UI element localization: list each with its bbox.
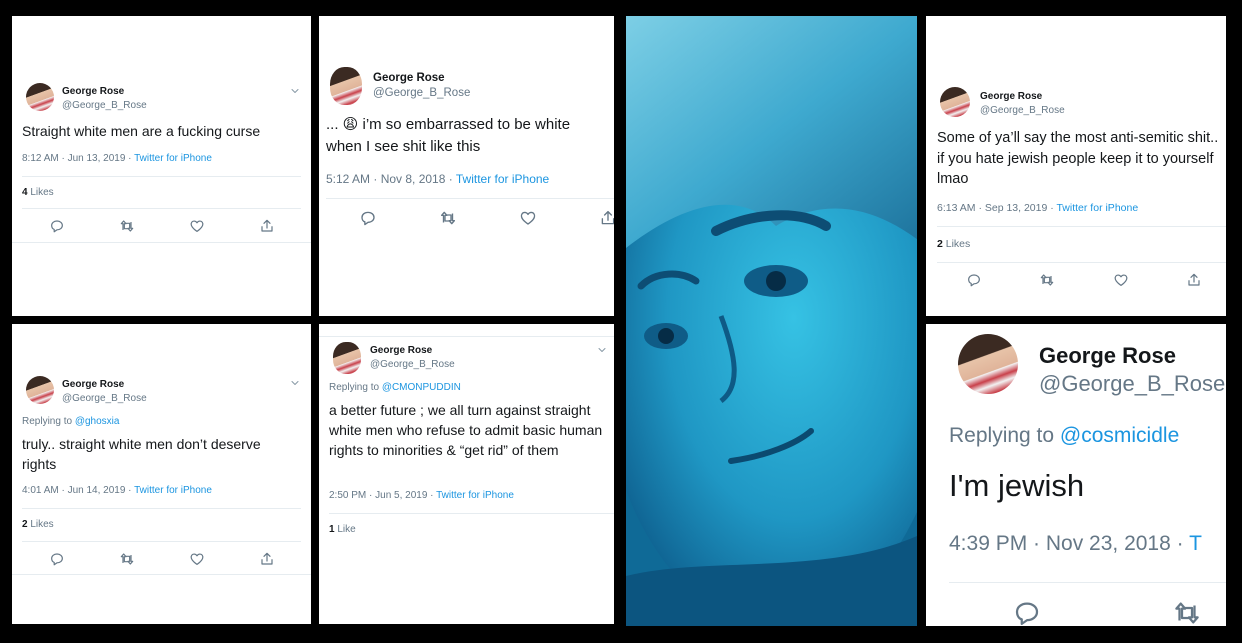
divider [326, 198, 614, 199]
tweet-timestamp: 5:12 AM · Nov 8, 2018 · Twitter for iPho… [326, 172, 550, 186]
weary-face-icon: 😩 [342, 116, 359, 133]
retweet-icon[interactable] [1172, 600, 1202, 626]
timestamp-text: 8:12 AM · Jun 13, 2019 · [22, 153, 135, 164]
tweet-card-5[interactable]: George Rose @George_B_Rose Replying to @… [319, 324, 614, 624]
tweet-actions [49, 217, 275, 235]
divider [12, 242, 311, 243]
share-icon[interactable] [1186, 272, 1202, 288]
reply-icon[interactable] [1012, 600, 1042, 626]
tweet-text: I'm jewish [949, 468, 1085, 503]
source-link[interactable]: Twitter for iPhone [134, 485, 212, 496]
author-name[interactable]: George Rose [1039, 343, 1176, 369]
likes-count[interactable]: 4 Likes [22, 187, 54, 198]
author-handle[interactable]: @George_B_Rose [370, 359, 455, 370]
author-name[interactable]: George Rose [62, 86, 124, 97]
heart-icon[interactable] [189, 551, 205, 567]
divider [319, 336, 614, 337]
author-handle[interactable]: @George_B_Rose [62, 393, 147, 404]
reply-icon[interactable] [49, 551, 65, 567]
tweet-card-2[interactable]: George Rose @George_B_Rose ... 😩 i’m so … [319, 16, 614, 316]
replying-to: Replying to @cosmicidle [949, 424, 1180, 447]
tweet-timestamp: 4:01 AM · Jun 14, 2019 · Twitter for iPh… [22, 485, 212, 496]
avatar[interactable] [333, 342, 361, 374]
divider [12, 574, 311, 575]
likes-count[interactable]: 2 Likes [22, 519, 54, 530]
tweet-text: Straight white men are a fucking curse [22, 123, 261, 139]
reply-icon[interactable] [49, 218, 65, 234]
source-link[interactable]: Twitter for iPhone [436, 490, 514, 501]
divider [329, 513, 614, 514]
tweet-timestamp: 4:39 PM · Nov 23, 2018 · T [949, 532, 1202, 555]
tweet-actions [966, 271, 1202, 289]
avatar[interactable] [958, 334, 1018, 394]
author-name[interactable]: George Rose [373, 72, 445, 84]
source-link[interactable]: T [1189, 532, 1202, 555]
retweet-icon[interactable] [119, 551, 135, 567]
divider [22, 176, 301, 177]
heart-icon[interactable] [519, 209, 537, 227]
replying-to: Replying to @CMONPUDDIN [329, 382, 461, 393]
avatar[interactable] [26, 376, 54, 404]
tweet-text: a better future ; we all turn against st… [329, 402, 603, 458]
tweet-actions [359, 208, 614, 228]
heart-icon[interactable] [189, 218, 205, 234]
chevron-down-icon[interactable] [289, 85, 301, 97]
divider [937, 226, 1226, 227]
tweet-text: Some of ya’ll say the most anti-semitic … [937, 130, 1219, 188]
tweet-actions [49, 550, 275, 568]
author-handle[interactable]: @George_B_Rose [980, 105, 1065, 116]
divider [22, 508, 301, 509]
tweet-card-4[interactable]: George Rose @George_B_Rose Replying to @… [12, 324, 311, 624]
share-icon[interactable] [599, 209, 614, 227]
tweet-timestamp: 2:50 PM · Jun 5, 2019 · Twitter for iPho… [329, 490, 514, 501]
heart-icon[interactable] [1113, 272, 1129, 288]
divider [22, 208, 301, 209]
source-link[interactable]: Twitter for iPhone [456, 172, 549, 186]
share-icon[interactable] [259, 218, 275, 234]
source-link[interactable]: Twitter for iPhone [134, 153, 212, 164]
author-name[interactable]: George Rose [62, 379, 124, 390]
reply-icon[interactable] [966, 272, 982, 288]
mention-link[interactable]: @CMONPUDDIN [382, 382, 461, 393]
share-icon[interactable] [259, 551, 275, 567]
tweet-text: ... 😩 i’m so embarrassed to be white whe… [326, 116, 571, 155]
divider [22, 541, 301, 542]
tweet-card-1[interactable]: George Rose @George_B_Rose Straight whit… [12, 16, 311, 316]
reply-icon[interactable] [359, 209, 377, 227]
likes-count[interactable]: 1 Like [329, 524, 356, 535]
author-handle[interactable]: @George_B_Rose [1039, 371, 1225, 397]
author-name[interactable]: George Rose [370, 345, 432, 356]
tweet-actions [1012, 600, 1202, 626]
divider [937, 262, 1226, 263]
tweet-card-3[interactable]: George Rose @George_B_Rose Some of ya’ll… [926, 16, 1226, 316]
author-handle[interactable]: @George_B_Rose [373, 87, 470, 99]
tweet-card-6[interactable]: George Rose @George_B_Rose Replying to @… [926, 324, 1226, 626]
tweet-timestamp: 6:13 AM · Sep 13, 2019 · Twitter for iPh… [937, 202, 1139, 214]
retweet-icon[interactable] [439, 209, 457, 227]
divider [949, 582, 1226, 583]
mention-link[interactable]: @ghosxia [75, 416, 120, 427]
tweet-text: truly.. straight white men don’t deserve… [22, 436, 261, 472]
retweet-icon[interactable] [119, 218, 135, 234]
face-illustration [626, 16, 917, 626]
replying-to: Replying to @ghosxia [22, 416, 120, 427]
mention-link[interactable]: @cosmicidle [1060, 424, 1179, 447]
avatar[interactable] [26, 83, 54, 111]
chevron-down-icon[interactable] [596, 344, 608, 356]
avatar[interactable] [940, 87, 970, 117]
avatar[interactable] [330, 67, 362, 105]
chevron-down-icon[interactable] [289, 377, 301, 389]
author-name[interactable]: George Rose [980, 91, 1042, 102]
author-handle[interactable]: @George_B_Rose [62, 100, 147, 111]
likes-count[interactable]: 2 Likes [937, 238, 970, 250]
tweet-timestamp: 8:12 AM · Jun 13, 2019 · Twitter for iPh… [22, 153, 212, 164]
retweet-icon[interactable] [1039, 272, 1055, 288]
portrait-photo [626, 16, 917, 626]
source-link[interactable]: Twitter for iPhone [1056, 202, 1138, 214]
